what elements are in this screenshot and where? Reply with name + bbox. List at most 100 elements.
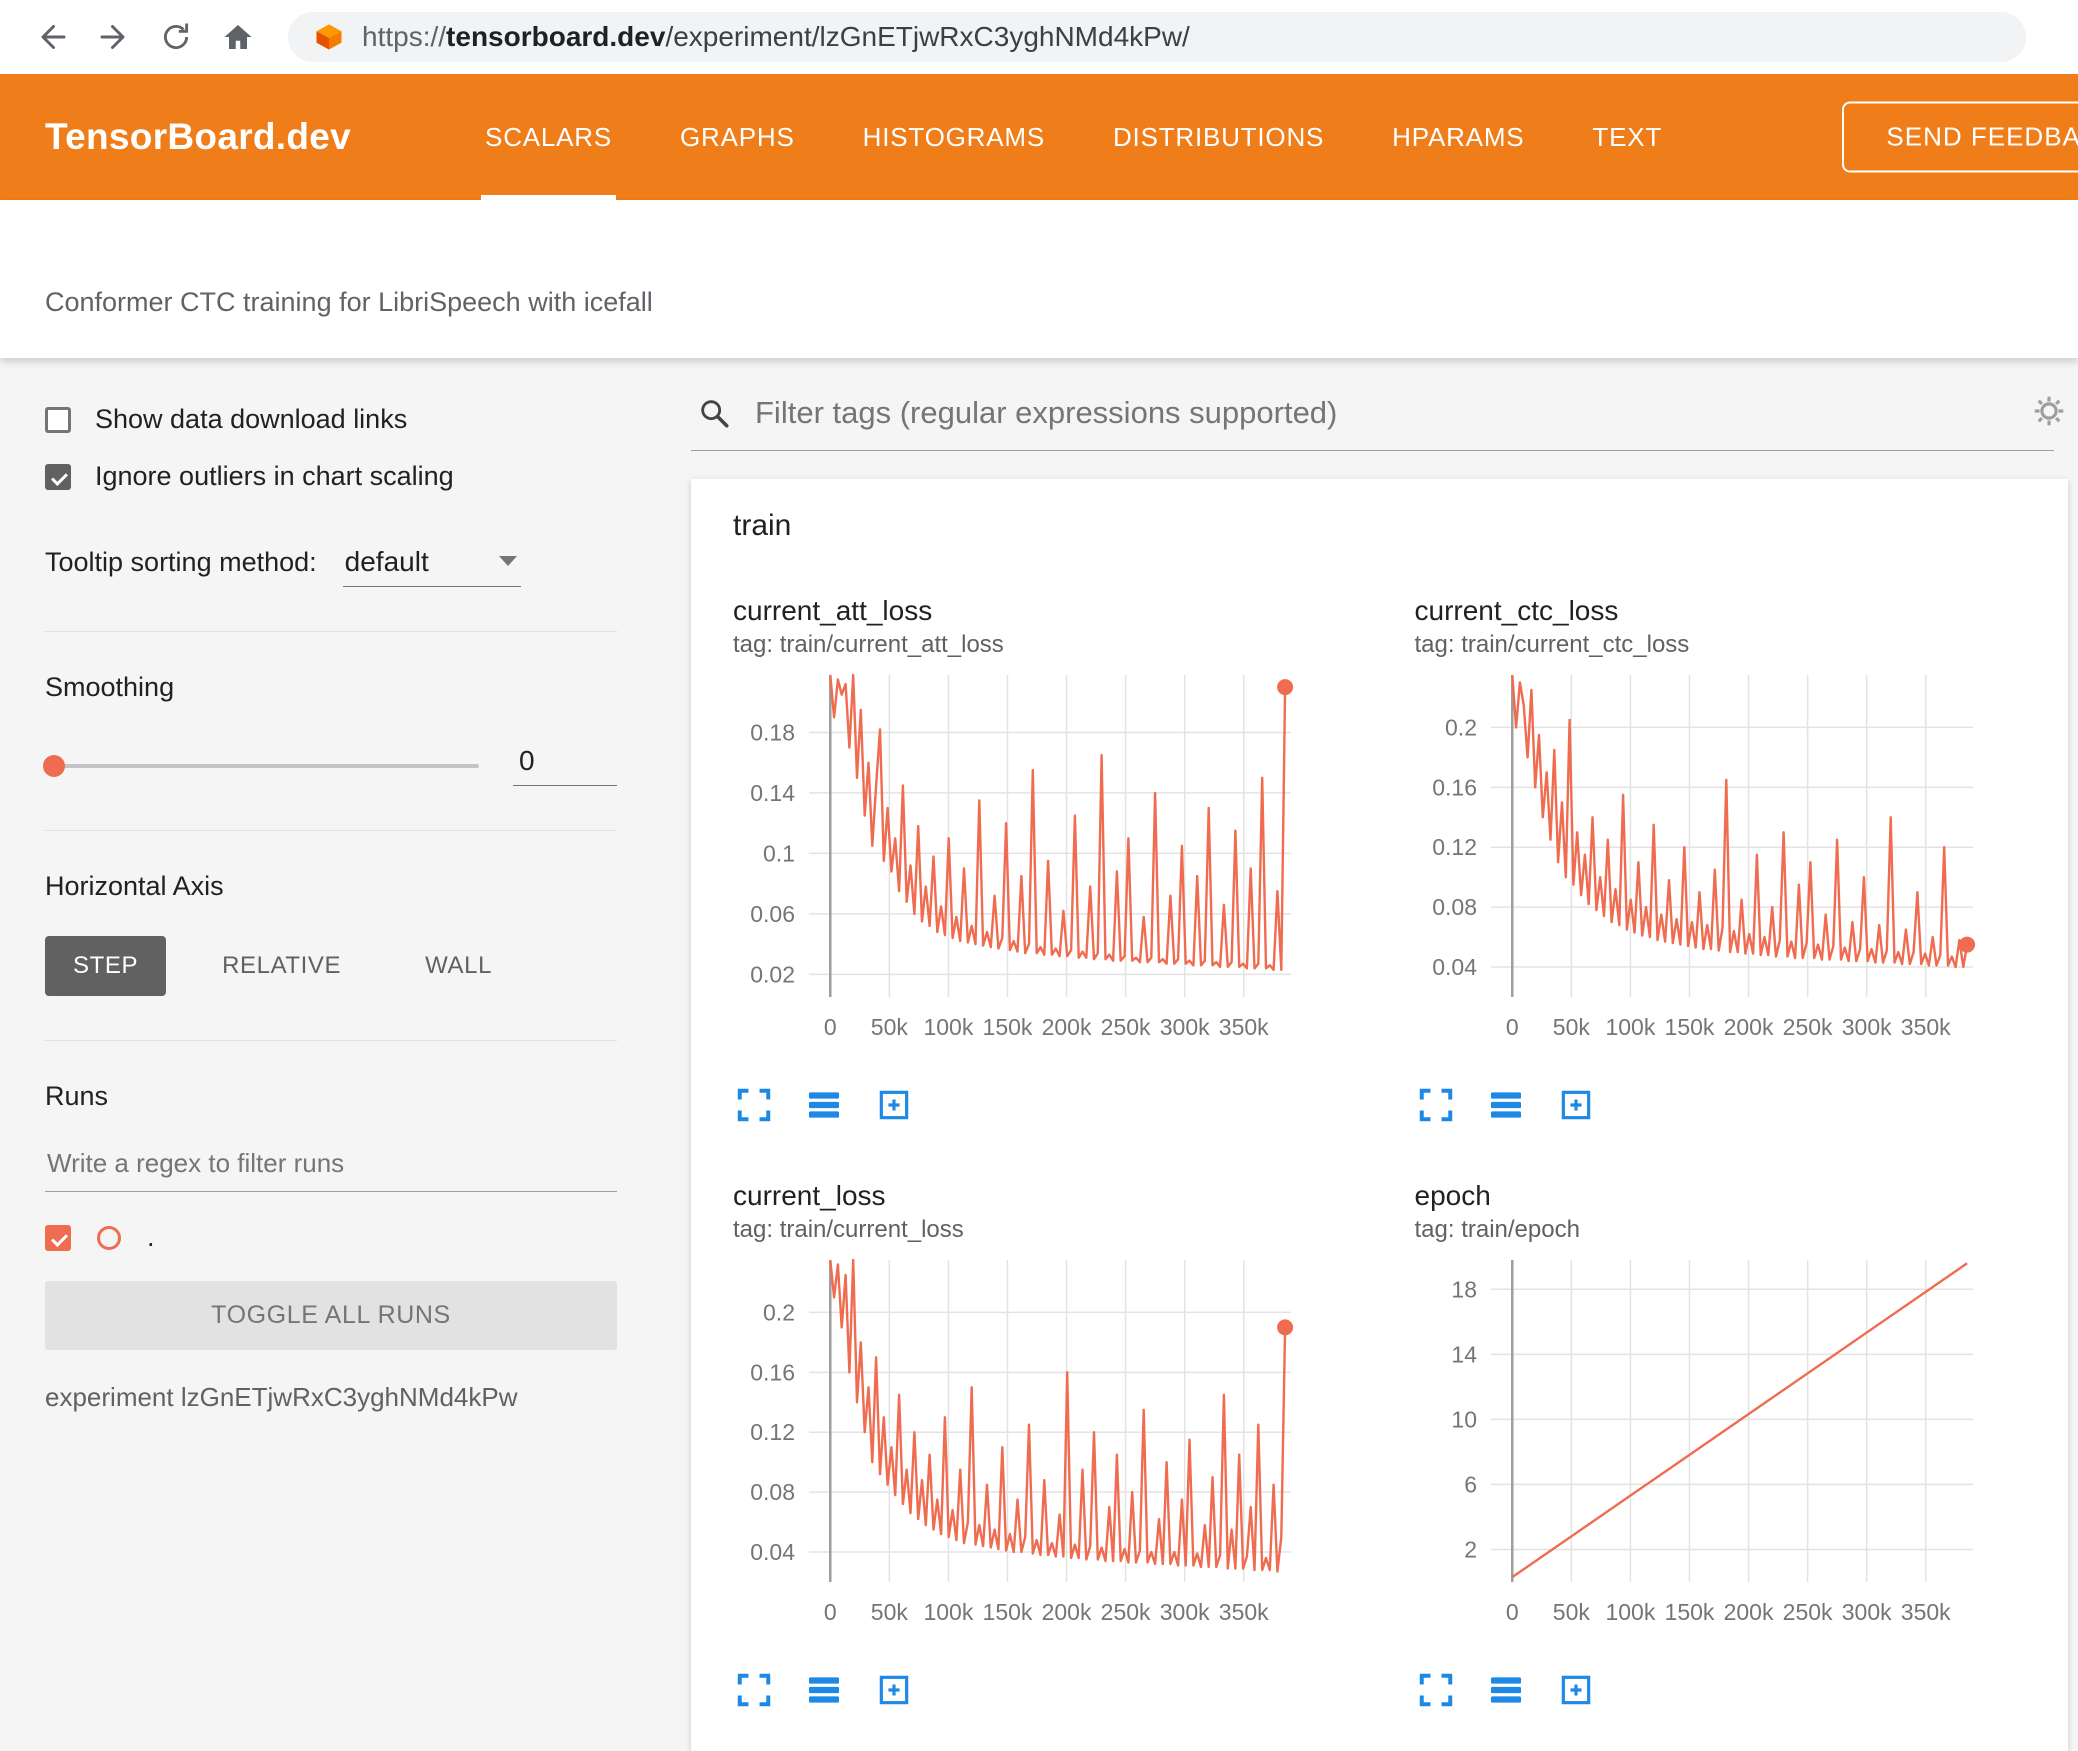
show-download-links-checkbox-row[interactable]: Show data download links [45,404,617,435]
chart-plot-current_loss[interactable]: 0.04 0.08 0.12 0.16 0.2 0 50k 100k 150k 200k 250k 3… [731,1252,1301,1650]
data-lines-icon [808,1677,840,1703]
reload-button[interactable] [150,11,202,63]
tab-text[interactable]: TEXT [1558,74,1696,200]
haxis-relative-button[interactable]: RELATIVE [194,936,369,996]
smoothing-slider-thumb[interactable] [43,754,65,777]
settings-gear-icon[interactable] [2030,392,2068,435]
app-header: TensorBoard.dev SCALARS GRAPHS HISTOGRAMS D… [0,74,2078,200]
tab-distributions[interactable]: DISTRIBUTIONS [1079,74,1358,200]
chart-tag: tag: train/current_att_loss [733,631,1004,658]
svg-text:0.18: 0.18 [750,719,795,745]
back-icon [41,25,66,49]
tag-group-title[interactable]: train [733,509,2044,543]
expand-chart-button[interactable] [733,1084,775,1126]
chart-plot-current_ctc_loss[interactable]: 0.04 0.08 0.12 0.16 0.2 0 50k 100k 150k 200k 250k 3… [1413,667,1983,1065]
main-panel: train current_att_loss tag: train/current… [665,358,2078,1751]
charts-grid: current_att_loss tag: train/current_att_l… [731,595,2044,1711]
home-button[interactable] [212,11,264,63]
fit-domain-icon [879,1090,909,1120]
svg-text:0.2: 0.2 [763,1299,795,1325]
horizontal-axis-label: Horizontal Axis [45,871,224,901]
address-bar[interactable]: https://tensorboard.dev/experiment/lzGnE… [288,12,2026,62]
ignore-outliers-checkbox[interactable] [45,463,71,490]
view-data-button[interactable] [803,1669,845,1711]
svg-text:0: 0 [824,1014,837,1040]
svg-text:14: 14 [1451,1341,1477,1367]
last-point-marker [1958,936,1975,953]
view-data-button[interactable] [1485,1669,1527,1711]
show-download-links-checkbox[interactable] [45,406,71,433]
show-download-links-label: Show data download links [95,404,408,434]
ignore-outliers-checkbox-row[interactable]: Ignore outliers in chart scaling [45,461,617,492]
view-data-button[interactable] [1485,1084,1527,1126]
home-icon [224,25,252,49]
last-point-marker [1277,679,1294,696]
chart-plot-epoch[interactable]: 2 6 10 14 18 0 50k 100k 150k 200k 250k 300k 350k [1413,1252,1983,1650]
forward-button[interactable] [88,11,140,63]
chart-plot-current_att_loss[interactable]: 0.02 0.06 0.1 0.14 0.18 0 50k 100k 150k 200k 250k 3… [731,667,1301,1065]
send-feedback-button[interactable]: SEND FEEDBACK [1842,101,2078,173]
view-data-button[interactable] [803,1084,845,1126]
svg-text:0.06: 0.06 [750,901,795,927]
run-line [1511,1262,1968,1579]
run-checkbox[interactable] [45,1224,71,1251]
experiment-caption: experiment lzGnETjwRxC3yghNMd4kPw [45,1382,518,1412]
fit-domain-button[interactable] [873,1084,915,1126]
expand-chart-button[interactable] [1415,1084,1457,1126]
fit-domain-button[interactable] [1555,1669,1597,1711]
forward-icon [100,25,125,49]
svg-text:350k: 350k [1219,1599,1269,1625]
svg-text:300k: 300k [1160,1014,1210,1040]
smoothing-label: Smoothing [45,672,175,702]
run-row[interactable]: . [45,1222,617,1253]
svg-text:300k: 300k [1841,1014,1891,1040]
tab-histograms[interactable]: HISTOGRAMS [829,74,1079,200]
smoothing-slider-row: 0 [43,745,617,786]
smoothing-value-input[interactable]: 0 [513,745,617,786]
svg-text:200k: 200k [1042,1014,1092,1040]
fullscreen-icon [737,1673,771,1707]
runs-filter-input[interactable] [45,1138,617,1192]
fit-domain-button[interactable] [1555,1084,1597,1126]
svg-text:50k: 50k [871,1599,909,1625]
fit-domain-icon [1561,1090,1590,1120]
expand-chart-button[interactable] [733,1669,775,1711]
back-button[interactable] [26,11,78,63]
svg-text:0.12: 0.12 [750,1419,795,1445]
toggle-all-runs-button[interactable]: TOGGLE ALL RUNS [45,1281,617,1350]
svg-text:100k: 100k [1605,1599,1655,1625]
tab-graphs[interactable]: GRAPHS [646,74,829,200]
run-color-circle[interactable] [97,1225,121,1250]
app-logo[interactable]: TensorBoard.dev [45,116,351,158]
tab-scalars[interactable]: SCALARS [451,74,646,200]
fullscreen-icon [1419,1088,1452,1122]
filter-tags-input[interactable] [753,394,2048,432]
subheader: Conformer CTC training for LibriSpeech w… [0,200,2078,358]
chart-title: current_loss [733,1180,886,1211]
svg-text:100k: 100k [923,1014,973,1040]
svg-text:50k: 50k [1552,1599,1590,1625]
content: Show data download links Ignore outliers… [0,358,2078,1751]
horizontal-axis-button-group: STEP RELATIVE WALL [45,936,617,996]
haxis-wall-button[interactable]: WALL [397,936,520,996]
chevron-down-icon [498,556,517,566]
svg-text:300k: 300k [1841,1599,1891,1625]
svg-text:250k: 250k [1101,1599,1151,1625]
tag-group-card: train current_att_loss tag: train/current… [691,479,2068,1751]
svg-text:0: 0 [1505,1014,1518,1040]
expand-chart-button[interactable] [1415,1669,1457,1711]
run-line [1510,674,1968,969]
chart-tag: tag: train/current_loss [733,1216,964,1243]
tooltip-sorting-select[interactable]: default [342,544,521,587]
smoothing-slider[interactable] [43,754,479,777]
filter-tags-row [691,390,2064,451]
tab-hparams[interactable]: HPARAMS [1358,74,1558,200]
fullscreen-icon [1419,1673,1452,1707]
haxis-step-button[interactable]: STEP [45,936,167,996]
chart-tag: tag: train/epoch [1414,1216,1580,1243]
fit-domain-button[interactable] [873,1669,915,1711]
svg-text:0.12: 0.12 [1432,834,1477,860]
svg-text:150k: 150k [983,1599,1033,1625]
svg-text:150k: 150k [1664,1014,1714,1040]
divider [45,1040,617,1041]
